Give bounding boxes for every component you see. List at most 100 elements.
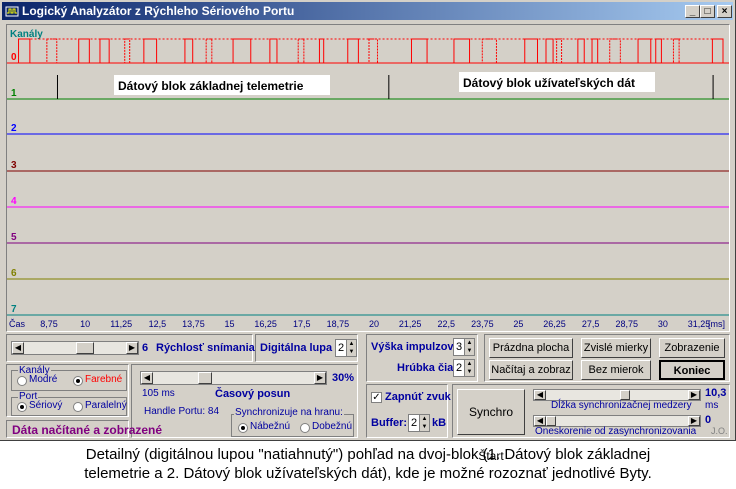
time-tick-label: 13,75 — [182, 319, 205, 329]
buffer-spinner-icon[interactable]: ▲ ▼ — [419, 414, 430, 432]
pulse — [99, 38, 110, 64]
display-button[interactable]: Zobrazenie — [659, 338, 725, 358]
window-title: Logický Analyzátor z Rýchleho Sériového … — [22, 4, 295, 18]
channel-0-label: 0 — [11, 52, 17, 63]
corner-mark: J.O. — [711, 426, 728, 436]
time-tick-label: 15 — [225, 319, 235, 329]
speed-scrollbar[interactable]: ◀ ▶ — [11, 341, 139, 355]
annotation-2: Dátový blok užívateľských dát — [463, 76, 635, 90]
delay-value: 0 — [705, 414, 712, 426]
buffer-label: Buffer: — [371, 417, 408, 429]
shift-scroll-thumb[interactable] — [197, 372, 212, 384]
pulse — [655, 38, 662, 64]
sync-panel: Synchro Štart ◀ ▶ 10,3 ms Dĺžka synchron… — [452, 384, 730, 463]
annotation-1: Dátový blok základnej telemetrie — [118, 79, 304, 93]
time-tick-label: 25 — [513, 319, 523, 329]
shift-label: Časový posun — [215, 388, 291, 400]
time-tick-label: 31,25 — [688, 319, 711, 329]
time-tick-label: 16,25 — [254, 319, 277, 329]
app-window: Logický Analyzátor z Rýchleho Sériového … — [0, 0, 736, 463]
mode-color-radio[interactable] — [73, 376, 83, 386]
buttons-panel: Prázdna plocha Zvislé mierky Zobrazenie … — [484, 334, 730, 382]
shift-left-icon[interactable]: ◀ — [141, 372, 153, 384]
pulse — [591, 38, 599, 64]
shift-right-icon[interactable]: ▶ — [314, 372, 326, 384]
port-parallel-radio[interactable] — [73, 402, 83, 412]
maximize-button[interactable]: □ — [700, 5, 715, 18]
channel-2-label: 2 — [11, 123, 17, 134]
pulse — [269, 38, 278, 64]
status-text: Dáta načítané a zobrazené — [12, 423, 163, 437]
waveform-canvas: Kanály 0 1 2 3 4 5 6 7 Dátový blok základnej te… — [7, 29, 729, 329]
status-panel: Dáta načítané a zobrazené — [6, 420, 162, 438]
gap-right-icon[interactable]: ▶ — [688, 390, 700, 400]
channel-6-label: 6 — [11, 268, 17, 279]
delay-label: Oneskorenie od zasynchronizovania — [535, 426, 697, 437]
load-display-button[interactable]: Načítaj a zobraz — [489, 360, 573, 380]
no-scales-button[interactable]: Bez mierok — [581, 360, 651, 380]
port-serial-radio[interactable] — [17, 402, 27, 412]
close-button[interactable]: × — [717, 5, 732, 18]
zoom-spinner-icon[interactable]: ▲ ▼ — [346, 339, 357, 357]
pulse — [481, 38, 497, 64]
pulse — [78, 38, 90, 64]
shift-panel: ◀ ▶ 30% 105 ms Časový posun Handle Portu… — [131, 364, 358, 438]
sync-rising-label: Nábežnú — [250, 421, 291, 432]
gap-scroll-thumb[interactable] — [619, 390, 630, 400]
gap-left-icon[interactable]: ◀ — [534, 390, 546, 400]
pulse-panel: Výška impulzov 3 ▲ ▼ Hrúbka čiary 2 ▲ ▼ — [366, 334, 478, 382]
pulse — [297, 38, 305, 64]
pulse — [672, 38, 680, 64]
zoom-label: Digitálna lupa — [260, 342, 333, 354]
channel-3-label: 3 — [11, 160, 17, 171]
mode-mono-radio[interactable] — [17, 376, 27, 386]
pulse-height-spinner-icon[interactable]: ▲ ▼ — [464, 338, 475, 356]
speed-value: 6 — [142, 342, 149, 354]
waveform-plot[interactable]: Kanály 0 1 2 3 4 5 6 7 Dátový blok základnej te… — [6, 24, 730, 332]
delay-scroll-thumb[interactable] — [546, 416, 556, 426]
channel-4-label: 4 — [11, 196, 17, 207]
sync-falling-radio[interactable] — [300, 423, 310, 433]
caption-line-2: telemetrie a 2. Dátový blok užívateľskýc… — [84, 465, 652, 482]
port-serial-label: Sériový — [29, 400, 63, 411]
speed-scroll-thumb[interactable] — [76, 342, 94, 354]
pulse — [143, 38, 158, 64]
sound-panel: ✓ Zapnúť zvuk Buffer: 2 ▲ ▼ kB — [366, 384, 451, 438]
pulse — [711, 38, 724, 64]
exit-button[interactable]: Koniec — [659, 360, 725, 380]
sound-checkbox[interactable]: ✓ — [371, 392, 382, 403]
line-width-spinner-icon[interactable]: ▲ ▼ — [464, 359, 475, 377]
time-unit: [ms] — [708, 319, 725, 329]
title-bar[interactable]: Logický Analyzátor z Rýchleho Sériového … — [2, 2, 733, 20]
gap-unit: ms — [705, 400, 719, 411]
sync-falling-label: Dobežnú — [312, 421, 353, 432]
speed-panel: ◀ ▶ 6 Rýchlosť snímania — [6, 334, 255, 362]
time-tick-label: 23,75 — [471, 319, 494, 329]
channel0-pulses — [18, 38, 724, 64]
time-tick-label: 8,75 — [40, 319, 58, 329]
pulse — [577, 38, 585, 64]
shift-percent: 30% — [332, 372, 355, 384]
clear-button[interactable]: Prázdna plocha — [489, 338, 573, 358]
shift-scrollbar[interactable]: ◀ ▶ — [140, 371, 327, 385]
time-tick-label: 30 — [658, 319, 668, 329]
delay-left-icon[interactable]: ◀ — [534, 416, 546, 426]
scroll-right-icon[interactable]: ▶ — [126, 342, 138, 354]
pulse — [184, 38, 194, 64]
vertical-scales-button[interactable]: Zvislé mierky — [581, 338, 651, 358]
zoom-panel: Digitálna lupa 2 ▲ ▼ — [255, 334, 358, 362]
gap-label: Dĺžka synchronizačnej medzery — [551, 400, 692, 411]
delay-right-icon[interactable]: ▶ — [688, 416, 700, 426]
pulse — [368, 38, 378, 64]
scroll-left-icon[interactable]: ◀ — [12, 342, 24, 354]
sync-group-label: Synchronizuje na hranu: — [234, 407, 344, 418]
sync-rising-radio[interactable] — [238, 423, 248, 433]
pulse — [232, 38, 252, 64]
pulse — [453, 38, 471, 64]
time-tick-label: 28,75 — [616, 319, 639, 329]
sync-start-button[interactable]: Synchro Štart — [457, 389, 525, 463]
channel-5-label: 5 — [11, 232, 17, 243]
minimize-button[interactable]: _ — [685, 5, 700, 18]
speed-label: Rýchlosť snímania — [156, 342, 255, 354]
pulse — [637, 38, 652, 64]
